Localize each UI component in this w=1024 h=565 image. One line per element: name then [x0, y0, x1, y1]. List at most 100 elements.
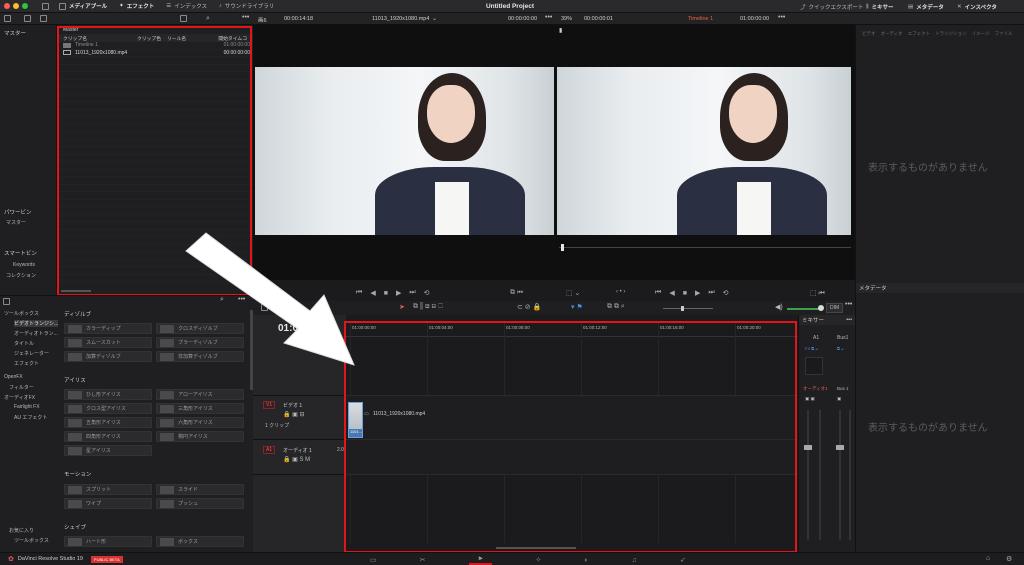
- transition-item[interactable]: ハート形: [64, 536, 152, 547]
- transition-item[interactable]: カラーディップ: [64, 323, 152, 334]
- fullscreen-icon[interactable]: ⬚ ⏮: [810, 289, 825, 298]
- pan-control[interactable]: [805, 357, 823, 375]
- minimize-window-button[interactable]: [13, 3, 19, 9]
- deliver-page-icon[interactable]: ➶: [680, 556, 686, 564]
- timeline-options-icon[interactable]: •••: [778, 14, 785, 21]
- transition-item[interactable]: 加算ディゾルブ: [64, 351, 152, 362]
- toolbox-tree-item[interactable]: フィルター: [9, 384, 58, 391]
- selection-tool-icon[interactable]: ➤: [399, 303, 405, 311]
- play-reverse-icon[interactable]: ◀: [370, 289, 375, 297]
- toolbox-tree-item[interactable]: タイトル: [14, 340, 58, 347]
- transition-item[interactable]: プッシュ: [156, 498, 244, 509]
- timeline-zoom[interactable]: 39%: [561, 16, 572, 22]
- mixer-button[interactable]: ⫼ ミキサー: [866, 3, 894, 12]
- media-page-icon[interactable]: ▭: [370, 556, 377, 564]
- transition-item[interactable]: 五角形アイリス: [64, 417, 152, 428]
- jog-icon[interactable]: ‹ • ›: [616, 289, 625, 295]
- media-pool-button[interactable]: メディアプール: [59, 2, 107, 10]
- transition-item[interactable]: 星アイリス: [64, 445, 152, 456]
- play-icon[interactable]: ▶: [396, 289, 401, 297]
- transition-item[interactable]: 楕円アイリス: [156, 431, 244, 442]
- zoom-slider-handle[interactable]: [681, 306, 684, 311]
- master-bin[interactable]: マスター: [4, 29, 56, 37]
- bus-mute-icon[interactable]: ▣: [837, 396, 841, 402]
- loop-icon[interactable]: ⟲: [424, 289, 430, 297]
- favorites-item[interactable]: ツールボックス: [14, 537, 49, 544]
- bus-eq-icon[interactable]: ⧉ ⊿: [837, 346, 843, 351]
- skip-end-icon[interactable]: ⏭: [409, 289, 415, 297]
- screen-icon[interactable]: [42, 2, 49, 10]
- index-button[interactable]: ☰ インデックス: [166, 2, 207, 10]
- speaker-icon[interactable]: ◀): [775, 303, 783, 311]
- play-icon[interactable]: ▶: [695, 289, 700, 297]
- fader-handle[interactable]: [804, 445, 812, 450]
- skip-end-icon[interactable]: ⏭: [708, 289, 714, 297]
- a1-badge[interactable]: A1: [263, 446, 276, 454]
- toolbox-tree-item[interactable]: AU エフェクト: [14, 414, 58, 421]
- toolbox-tree-item[interactable]: ジェネレーター: [14, 350, 58, 357]
- fader-track[interactable]: [807, 410, 809, 540]
- transition-item[interactable]: スライド: [156, 484, 244, 495]
- effects-button[interactable]: ✦ エフェクト: [119, 2, 154, 10]
- dim-button[interactable]: DIM: [826, 303, 844, 313]
- tab-2[interactable]: エフェクト: [908, 31, 931, 37]
- settings-gear-icon[interactable]: ⚙: [1006, 555, 1012, 563]
- smart-bin-collection[interactable]: コレクション: [6, 272, 36, 279]
- stop-icon[interactable]: ■: [683, 290, 687, 297]
- zoom-slider[interactable]: [663, 308, 713, 309]
- toolbox-tree-item[interactable]: ビデオトランジシ...: [14, 320, 58, 327]
- timeline-viewer[interactable]: ▮: [555, 25, 855, 280]
- v1-badge[interactable]: V1: [263, 401, 276, 409]
- list-view-icon[interactable]: [24, 15, 31, 22]
- transition-item[interactable]: スプリット: [64, 484, 152, 495]
- transition-item[interactable]: ワイプ: [64, 498, 152, 509]
- panel-layout-icon[interactable]: [4, 15, 11, 22]
- metadata-button[interactable]: ▤ メタデータ: [908, 3, 944, 11]
- toolbox-tree-item[interactable]: Fairlight FX: [14, 404, 58, 410]
- power-bins-master[interactable]: マスター: [6, 219, 26, 226]
- more-options-icon[interactable]: •••: [846, 317, 852, 323]
- bus-fader-track[interactable]: [839, 410, 841, 540]
- inspector-button[interactable]: ✕ インスペクタ: [957, 3, 997, 11]
- play-reverse-icon[interactable]: ◀: [669, 289, 674, 297]
- transition-item[interactable]: 四角形アイリス: [64, 431, 152, 442]
- transition-item[interactable]: 三角形アイリス: [156, 403, 244, 414]
- transition-item[interactable]: ひし形アイリス: [64, 389, 152, 400]
- color-page-icon[interactable]: ◐: [584, 557, 588, 564]
- transition-item[interactable]: スムースカット: [64, 337, 152, 348]
- cut-page-icon[interactable]: ✂: [420, 556, 426, 564]
- volume-slider-handle[interactable]: [818, 305, 824, 311]
- quick-export-button[interactable]: ⤴ クイックエクスポート: [800, 3, 863, 11]
- edit-page-icon[interactable]: ⫸: [468, 555, 493, 565]
- tab-4[interactable]: イメージ: [972, 31, 990, 37]
- edit-tools-icon[interactable]: ⧉ ⫼ ⧈ ⊟ ⬚: [413, 303, 443, 311]
- scrubber-track[interactable]: [559, 247, 851, 248]
- source-clip-name[interactable]: 11013_1920x1080.mp4: [372, 16, 429, 22]
- toolbox-tree-item[interactable]: ツールボックス: [4, 310, 58, 317]
- fusion-page-icon[interactable]: ✧: [535, 556, 541, 564]
- transition-item[interactable]: クロス型アイリス: [64, 403, 152, 414]
- fairlight-page-icon[interactable]: ♫: [632, 557, 637, 564]
- source-options-icon[interactable]: •••: [545, 14, 552, 21]
- close-window-button[interactable]: [4, 3, 10, 9]
- mute-solo-icon[interactable]: ▣ ▣: [805, 396, 815, 402]
- toolbox-tree-item[interactable]: エフェクト: [14, 360, 58, 367]
- toolbox-tree-item[interactable]: オーディオFX: [4, 394, 58, 401]
- sort-icon[interactable]: [180, 15, 187, 22]
- home-icon[interactable]: ⌂: [986, 555, 990, 562]
- loop-icon[interactable]: ⟲: [723, 289, 729, 297]
- transition-item[interactable]: アローアイリス: [156, 389, 244, 400]
- audio-track-controls-icon[interactable]: 🔒 ▣ S M: [283, 456, 310, 463]
- more-options-icon[interactable]: •••: [845, 301, 852, 308]
- skip-start-icon[interactable]: ⏮: [655, 289, 661, 297]
- toolbox-tree-item[interactable]: OpenFX: [4, 374, 58, 380]
- transition-item[interactable]: 六角形アイリス: [156, 417, 244, 428]
- tab-3[interactable]: トランジション: [935, 31, 967, 37]
- lock-icon[interactable]: 🔒 ▣ ⊟: [283, 411, 305, 418]
- smart-bin-keywords[interactable]: Keywords: [13, 262, 35, 268]
- flag-icon[interactable]: ▾ ⚑: [571, 303, 583, 311]
- source-in-out-icon[interactable]: ⧉ ⏮: [510, 289, 523, 297]
- sound-library-button[interactable]: ♪ サウンドライブラリ: [219, 2, 274, 10]
- metadata-view-icon[interactable]: [40, 15, 47, 22]
- tab-5[interactable]: ファイル: [995, 31, 1013, 37]
